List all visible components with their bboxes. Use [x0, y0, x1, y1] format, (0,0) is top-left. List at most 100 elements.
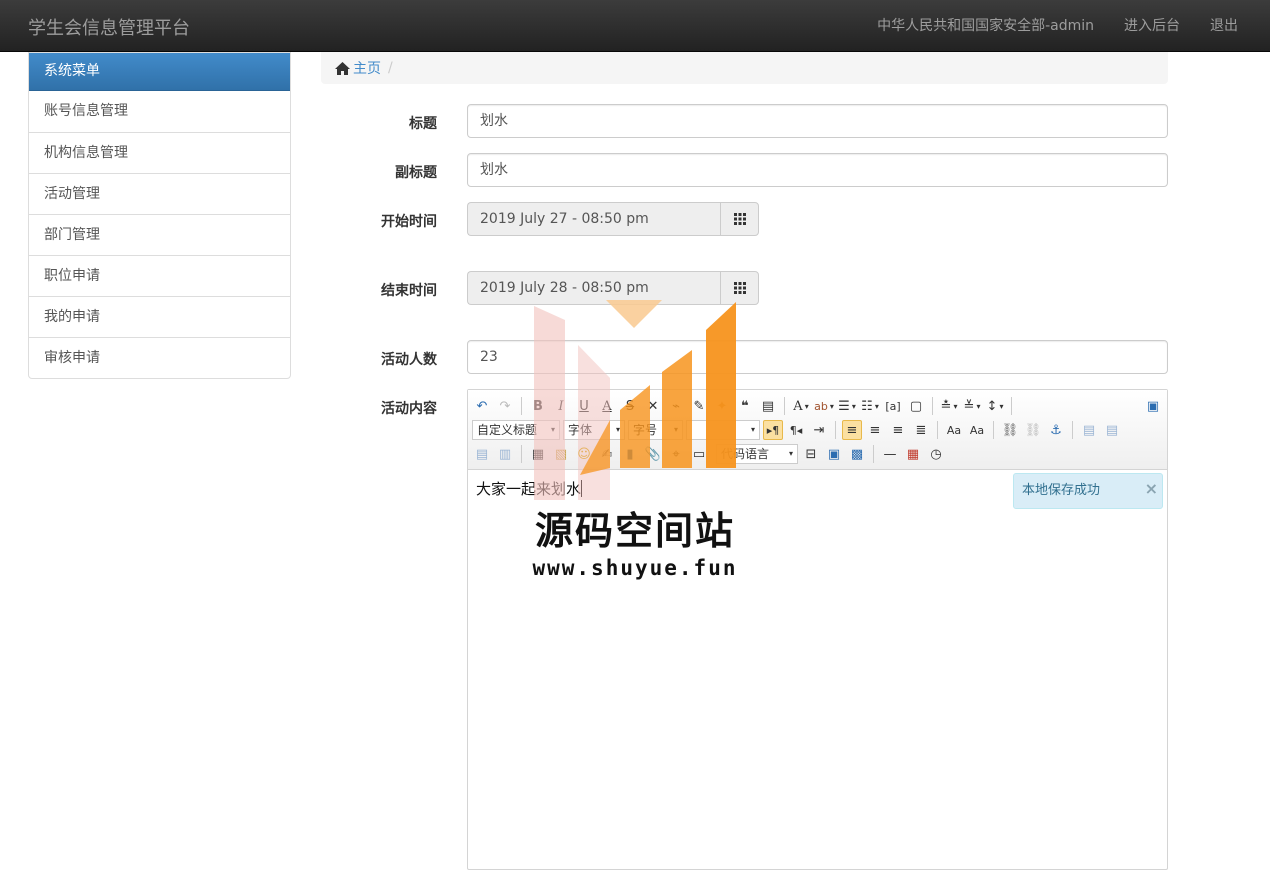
bold-icon[interactable]: B — [528, 396, 548, 416]
heading-select[interactable]: 自定义标题 ▾ — [472, 420, 560, 440]
toolbar-divider — [1011, 397, 1012, 415]
toolbar-row-1: ↶ ↷ B I U A S ✕ ⌁ ✎ ✦ ❝ ▤ A ▾ ab ▾ ☰ ▾ ☷ ▾ [… — [472, 394, 1163, 418]
breadcrumb-separator: / — [388, 60, 393, 76]
font-family-select[interactable]: 字体 ▾ — [563, 420, 625, 440]
attachment-icon[interactable]: 📎 — [643, 444, 663, 464]
sidebar-title[interactable]: 系统菜单 — [29, 53, 290, 91]
image-right-icon[interactable]: ▤ — [472, 444, 492, 464]
breadcrumb: 主页 / — [321, 52, 1168, 84]
count-input[interactable]: 23 — [467, 340, 1168, 374]
clear-doc-icon[interactable]: ▢ — [906, 396, 926, 416]
page-break-icon[interactable]: ⊟ — [801, 444, 821, 464]
insert-frame-icon[interactable]: ▭ — [689, 444, 709, 464]
rtl-direction-icon[interactable]: ¶◂ — [786, 420, 806, 440]
sidebar-item-department[interactable]: 部门管理 — [29, 214, 290, 255]
sidebar-item-position-apply[interactable]: 职位申请 — [29, 255, 290, 296]
horizontal-rule-icon[interactable]: — — [880, 444, 900, 464]
close-icon[interactable]: × — [1145, 472, 1158, 506]
title-label: 标题 — [409, 116, 437, 132]
breadcrumb-home-label: 主页 — [353, 61, 381, 77]
sidebar-item-account[interactable]: 账号信息管理 — [29, 91, 290, 132]
font-color-icon[interactable]: A ▾ — [791, 396, 811, 416]
magic-wand-icon[interactable]: ✦ — [712, 396, 732, 416]
watermark-title: 源码空间站 — [534, 509, 735, 553]
lowercase-icon[interactable]: Aa — [967, 420, 987, 440]
ordered-list-icon[interactable]: ☰ ▾ — [837, 396, 857, 416]
simple-upload-icon[interactable]: ▦ — [528, 444, 548, 464]
start-time-input[interactable]: 2019 July 27 - 08:50 pm — [467, 202, 720, 236]
toolbar-divider — [784, 397, 785, 415]
toolbar-divider — [521, 445, 522, 463]
nav-admin-link[interactable]: 进入后台 — [1109, 0, 1195, 52]
sidebar-item-review[interactable]: 审核申请 — [29, 337, 290, 378]
end-time-input[interactable]: 2019 July 28 - 08:50 pm — [467, 271, 720, 305]
italic-icon[interactable]: I — [551, 396, 571, 416]
align-justify-icon[interactable]: ≣ — [911, 420, 931, 440]
editor-toolbar: ↶ ↷ B I U A S ✕ ⌁ ✎ ✦ ❝ ▤ A ▾ ab ▾ ☰ ▾ ☷ ▾ [… — [468, 390, 1167, 470]
end-time-label: 结束时间 — [381, 283, 437, 299]
underline-icon[interactable]: U — [574, 396, 594, 416]
align-left-icon[interactable]: ≡ — [842, 420, 862, 440]
subtitle-input[interactable]: 划水 — [467, 153, 1168, 187]
row-spacing-top-icon[interactable]: ≛ ▾ — [939, 396, 959, 416]
highlight-icon[interactable]: ab ▾ — [814, 396, 834, 416]
align-center-icon[interactable]: ≡ — [865, 420, 885, 440]
code-language-select[interactable]: 代码语言 ▾ — [716, 444, 798, 464]
toolbar-row-2: 自定义标题 ▾ 字体 ▾ 字号 ▾ ▾ ▸¶ ¶◂ ⇥ ≡ ≡ ≡ ≣ Aa Aa ⛓ — [472, 418, 1163, 442]
insert-video-icon[interactable]: ▮ — [620, 444, 640, 464]
font-size-select[interactable]: 字号 ▾ — [628, 420, 683, 440]
local-save-alert-text: 本地保存成功 — [1022, 483, 1101, 498]
editor-content-text: 大家一起来划水 — [476, 480, 582, 498]
template-icon[interactable]: ▣ — [824, 444, 844, 464]
anchor-icon[interactable]: ⚓ — [1046, 420, 1066, 440]
start-time-calendar-button[interactable] — [720, 202, 759, 236]
home-icon — [335, 61, 350, 75]
toolbar-divider — [993, 421, 994, 439]
uppercase-icon[interactable]: Aa — [944, 420, 964, 440]
undo-icon[interactable]: ↶ — [472, 396, 492, 416]
time-icon[interactable]: ◷ — [926, 444, 946, 464]
link-icon[interactable]: ⛓ — [1000, 420, 1020, 440]
strikethrough-icon[interactable]: S — [620, 396, 640, 416]
emotion-icon[interactable]: ☺ — [574, 444, 594, 464]
background-icon[interactable]: ▩ — [847, 444, 867, 464]
select-all-icon[interactable]: [a] — [883, 396, 903, 416]
title-input[interactable]: 划水 — [467, 104, 1168, 138]
nav-user-link[interactable]: 中华人民共和国国家安全部-admin — [862, 0, 1109, 52]
sidebar-item-organization[interactable]: 机构信息管理 — [29, 132, 290, 173]
unordered-list-icon[interactable]: ☷ ▾ — [860, 396, 880, 416]
count-label: 活动人数 — [381, 352, 437, 368]
ltr-direction-icon[interactable]: ▸¶ — [763, 420, 783, 440]
scrawl-icon[interactable]: ✍ — [597, 444, 617, 464]
format-brush-icon[interactable]: ✎ — [689, 396, 709, 416]
image-left-icon[interactable]: ▤ — [1102, 420, 1122, 440]
nav-right: 中华人民共和国国家安全部-admin 进入后台 退出 — [862, 0, 1270, 52]
image-center-icon[interactable]: ▥ — [495, 444, 515, 464]
insert-image-icon[interactable]: ▧ — [551, 444, 571, 464]
fullscreen-icon[interactable]: ▣ — [1143, 396, 1163, 416]
line-height-icon[interactable]: ↕ ▾ — [985, 396, 1005, 416]
toolbar-divider — [873, 445, 874, 463]
remove-format-icon[interactable]: ✕ — [643, 396, 663, 416]
align-right-icon[interactable]: ≡ — [888, 420, 908, 440]
paragraph-select[interactable]: ▾ — [686, 420, 760, 440]
autotypeset-icon[interactable]: ⌁ — [666, 396, 686, 416]
indent-icon[interactable]: ⇥ — [809, 420, 829, 440]
date-icon[interactable]: ▦ — [903, 444, 923, 464]
end-time-calendar-button[interactable] — [720, 271, 759, 305]
toolbar-divider — [835, 421, 836, 439]
nav-logout-link[interactable]: 退出 — [1195, 0, 1270, 52]
image-none-icon[interactable]: ▤ — [1079, 420, 1099, 440]
redo-icon[interactable]: ↷ — [495, 396, 515, 416]
breadcrumb-home-link[interactable]: 主页 — [335, 58, 381, 78]
unlink-icon[interactable]: ⛓ — [1023, 420, 1043, 440]
row-spacing-bottom-icon[interactable]: ≚ ▾ — [962, 396, 982, 416]
map-icon[interactable]: ⌖ — [666, 444, 686, 464]
font-border-icon[interactable]: A — [597, 396, 617, 416]
blockquote-icon[interactable]: ❝ — [735, 396, 755, 416]
paste-text-icon[interactable]: ▤ — [758, 396, 778, 416]
sidebar-item-activity[interactable]: 活动管理 — [29, 173, 290, 214]
brand-title[interactable]: 学生会信息管理平台 — [28, 14, 190, 40]
font-size-select-value: 字号 — [633, 423, 658, 437]
sidebar-item-my-apply[interactable]: 我的申请 — [29, 296, 290, 337]
